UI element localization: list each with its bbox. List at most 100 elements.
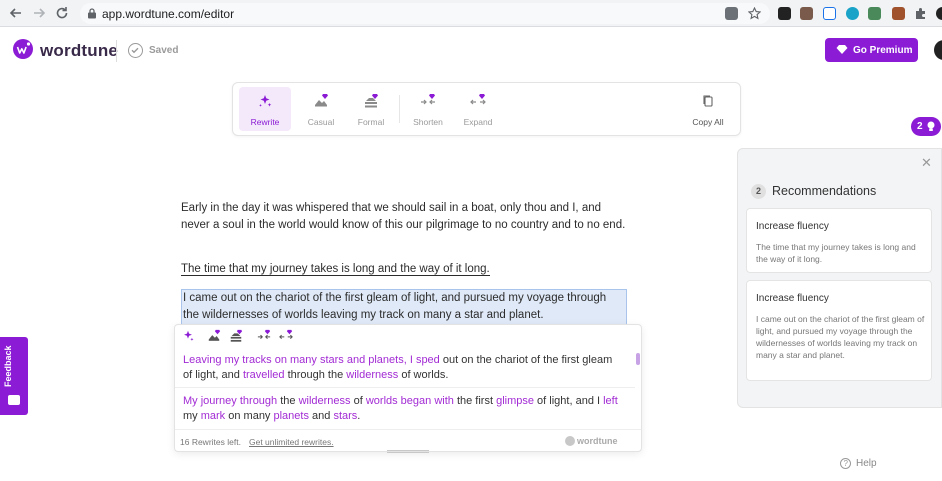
recommendations-title: Recommendations xyxy=(772,184,877,198)
tool-label: Expand xyxy=(463,117,493,127)
tool-label: Formal xyxy=(357,117,385,127)
copy-all-label: Copy All xyxy=(692,117,724,127)
puzzle-icon[interactable] xyxy=(914,7,927,20)
tool-label: Casual xyxy=(307,117,335,127)
formal-icon xyxy=(365,94,378,108)
header-divider xyxy=(116,40,117,62)
suggestion-text: of worlds. xyxy=(398,369,449,381)
recommendation-body: I came out on the chariot of the first g… xyxy=(756,314,925,360)
extension-icon[interactable] xyxy=(868,7,881,20)
recommendation-heading: Increase fluency xyxy=(756,293,829,304)
help-link[interactable]: Help xyxy=(856,458,877,469)
suggested-change: stars xyxy=(333,410,358,422)
recommendation-heading: Increase fluency xyxy=(756,221,829,232)
toolbar-divider xyxy=(399,95,400,123)
extension-icon[interactable] xyxy=(892,7,905,20)
underlined-sentence[interactable]: The time that my journey takes is long a… xyxy=(181,263,490,276)
extension-icon[interactable] xyxy=(778,7,791,20)
feedback-tab[interactable]: Feedback xyxy=(0,337,28,415)
casual-icon xyxy=(315,94,328,107)
shorten-icon[interactable] xyxy=(257,329,271,343)
translate-icon[interactable] xyxy=(725,7,738,20)
expand-icon xyxy=(470,94,486,105)
forward-arrow-icon[interactable] xyxy=(31,5,47,21)
suggestion-item[interactable]: My journey through the wilderness of wor… xyxy=(183,394,623,424)
editor-paragraph[interactable]: The time that my journey takes is long a… xyxy=(181,261,631,278)
url-text: app.wordtune.com/editor xyxy=(102,7,235,21)
wordtune-mini-logo-icon xyxy=(565,436,575,446)
tool-label: Rewrite xyxy=(250,117,280,127)
tool-formal[interactable]: Formal xyxy=(345,87,397,131)
extension-icon[interactable] xyxy=(846,7,859,20)
suggestion-text: and xyxy=(308,410,334,422)
tool-rewrite[interactable]: Rewrite xyxy=(239,87,291,131)
rewrites-left-text: 16 Rewrites left. xyxy=(180,437,241,447)
sparkle-icon xyxy=(259,95,272,107)
suggested-change: travelled xyxy=(242,369,285,381)
suggestion-divider xyxy=(175,387,635,388)
profile-avatar-icon[interactable] xyxy=(936,7,942,20)
recommendation-card[interactable]: Increase fluency I came out on the chari… xyxy=(746,280,932,381)
tool-label: Shorten xyxy=(413,117,443,127)
suggestion-text: the first xyxy=(453,395,497,407)
close-icon[interactable]: ✕ xyxy=(921,155,932,171)
suggestion-text: of xyxy=(350,395,366,407)
tool-expand[interactable]: Expand xyxy=(452,87,504,131)
popup-resize-handle[interactable] xyxy=(387,450,429,453)
lightbulb-icon xyxy=(927,121,935,131)
lock-icon xyxy=(88,8,96,19)
recommendations-badge-count: 2 xyxy=(917,121,923,132)
suggested-change: glimpse xyxy=(496,395,534,407)
saved-status: Saved xyxy=(149,45,179,56)
suggestion-text: the xyxy=(277,395,299,407)
editor-paragraph[interactable]: Early in the day it was whispered that w… xyxy=(181,200,631,234)
sparkle-icon[interactable] xyxy=(181,329,195,343)
suggestion-text: . xyxy=(357,410,361,422)
go-premium-button[interactable]: Go Premium xyxy=(825,38,918,62)
browser-toolbar: app.wordtune.com/editor xyxy=(0,0,942,27)
suggestion-text: of light, and I xyxy=(534,395,604,407)
address-bar[interactable]: app.wordtune.com/editor xyxy=(80,3,770,24)
rewrite-suggestions-popup: Leaving my tracks on many stars and plan… xyxy=(174,324,642,452)
suggestion-text: my xyxy=(183,410,201,422)
tool-casual[interactable]: Casual xyxy=(295,87,347,131)
popup-footer: 16 Rewrites left. Get unlimited rewrites… xyxy=(175,429,641,452)
expand-icon[interactable] xyxy=(279,329,293,343)
recommendation-body: The time that my journey takes is long a… xyxy=(756,242,916,264)
suggested-change: wilderness xyxy=(346,369,399,381)
bookmark-star-icon[interactable] xyxy=(748,7,761,20)
extension-icon[interactable] xyxy=(823,7,836,20)
diamond-icon xyxy=(836,45,848,54)
shorten-icon xyxy=(421,94,435,105)
formal-icon[interactable] xyxy=(229,329,243,343)
rewrite-toolbar: Rewrite Casual Formal Shorten Expand Cop… xyxy=(232,82,741,136)
copy-icon xyxy=(703,95,713,107)
wordtune-logo-icon xyxy=(13,39,33,59)
recommendation-card[interactable]: Increase fluency The time that my journe… xyxy=(746,208,932,273)
go-premium-label: Go Premium xyxy=(853,45,913,56)
feedback-label: Feedback xyxy=(3,345,13,387)
suggestions-scrollbar[interactable] xyxy=(636,353,640,365)
saved-check-icon xyxy=(128,43,143,58)
suggested-change: worlds began with xyxy=(365,395,454,407)
popup-brand: wordtune xyxy=(577,436,618,446)
extension-icon[interactable] xyxy=(800,7,813,20)
tool-shorten[interactable]: Shorten xyxy=(402,87,454,131)
reload-icon[interactable] xyxy=(54,5,70,21)
casual-icon[interactable] xyxy=(207,329,221,343)
copy-all-button[interactable]: Copy All xyxy=(682,87,734,131)
feedback-chat-icon xyxy=(8,395,20,405)
logo-text: wordtune xyxy=(40,41,119,60)
suggested-change: mark xyxy=(200,410,226,422)
recommendations-panel: ✕ 2 Recommendations Increase fluency The… xyxy=(737,148,942,408)
unlimited-rewrites-link[interactable]: Get unlimited rewrites. xyxy=(249,437,334,447)
recommendations-badge[interactable]: 2 xyxy=(911,117,941,136)
suggestion-item[interactable]: Leaving my tracks on many stars and plan… xyxy=(183,353,623,383)
selected-paragraph[interactable]: I came out on the chariot of the first g… xyxy=(181,289,627,325)
back-arrow-icon[interactable] xyxy=(8,5,24,21)
suggested-change: My journey through xyxy=(183,395,278,407)
suggested-change: planets xyxy=(273,410,309,422)
recommendations-count: 2 xyxy=(751,184,766,199)
avatar[interactable] xyxy=(934,40,942,60)
help-icon[interactable]: ? xyxy=(840,458,851,469)
